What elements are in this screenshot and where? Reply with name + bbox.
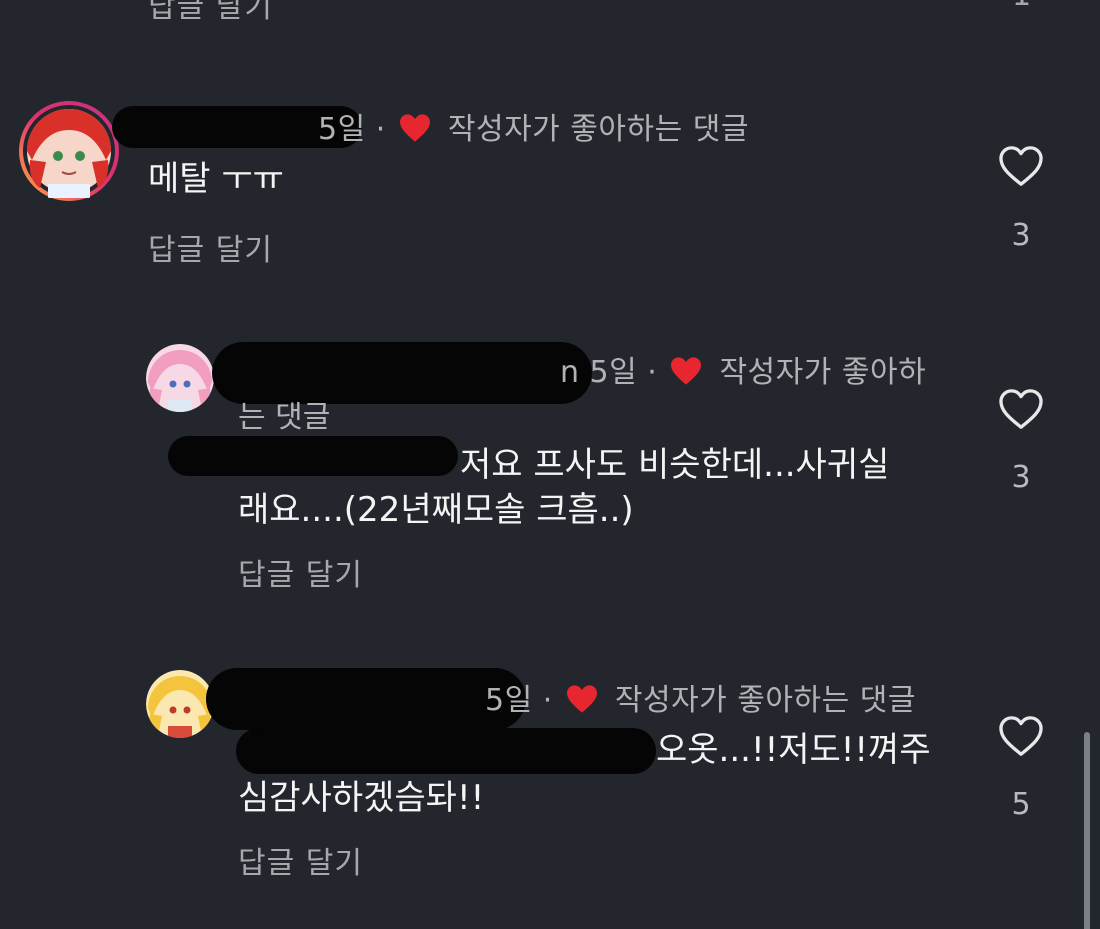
liked-by-author-label: 작성자가 좋아하 — [719, 355, 927, 390]
scrollbar[interactable] — [1084, 732, 1090, 929]
heart-filled-icon — [671, 357, 702, 385]
comments-screen: 답글 달기 1 — [0, 0, 1100, 929]
avatar[interactable] — [18, 100, 120, 202]
comment-time: 5일 — [485, 683, 533, 718]
like-count: 3 — [1011, 218, 1031, 253]
liked-by-author-label: 작성자가 좋아하는 댓글 — [614, 683, 916, 718]
heart-outline-icon[interactable] — [998, 388, 1044, 430]
avatar-image — [19, 101, 119, 201]
meta-separator: · — [542, 683, 553, 718]
comment-text: 메탈 ㅜㅠ — [148, 159, 284, 199]
comment-meta: 5일 · 작성자가 좋아하는 댓글 — [485, 675, 916, 719]
meta-separator: · — [375, 112, 386, 147]
comment-text-line2: 래요....(22년째모솔 크흠..) — [238, 490, 634, 530]
meta-separator: · — [647, 355, 658, 390]
avatar[interactable] — [146, 670, 214, 738]
comment-text: 저요 프사도 비슷한데...사귀실 — [460, 445, 890, 485]
reply-button[interactable]: 답글 달기 — [148, 225, 273, 269]
reply-button[interactable]: 답글 달기 — [238, 838, 363, 882]
like-count: 5 — [1011, 787, 1031, 822]
redacted-username — [206, 668, 526, 730]
avatar-image — [146, 344, 214, 412]
like-count: 1 — [1012, 0, 1031, 13]
like-count: 3 — [1011, 460, 1031, 495]
avatar[interactable] — [146, 344, 214, 412]
heart-outline-icon[interactable] — [998, 145, 1044, 187]
reply-button[interactable]: 답글 달기 — [238, 550, 363, 594]
redacted-mention — [236, 728, 656, 774]
comment-meta: 5일 · 작성자가 좋아하는 댓글 — [318, 104, 749, 148]
comment-meta: n 5일 · 작성자가 좋아하 — [560, 347, 926, 391]
comment-text: 오옷...!!저도!!껴주 — [656, 730, 931, 770]
avatar-image — [146, 670, 214, 738]
heart-outline-icon[interactable] — [998, 715, 1044, 757]
heart-filled-icon — [566, 685, 597, 713]
redacted-mention — [168, 436, 458, 476]
comment-time: n 5일 — [560, 355, 638, 390]
liked-by-author-label: 작성자가 좋아하는 댓글 — [447, 112, 749, 147]
heart-filled-icon — [399, 114, 430, 142]
liked-by-author-label-cont: 는 댓글 — [238, 400, 331, 435]
reply-button[interactable]: 답글 달기 — [148, 0, 273, 26]
comment-time: 5일 — [318, 112, 366, 147]
comment-text-line2: 심감사하겠슴돠!! — [238, 778, 485, 818]
